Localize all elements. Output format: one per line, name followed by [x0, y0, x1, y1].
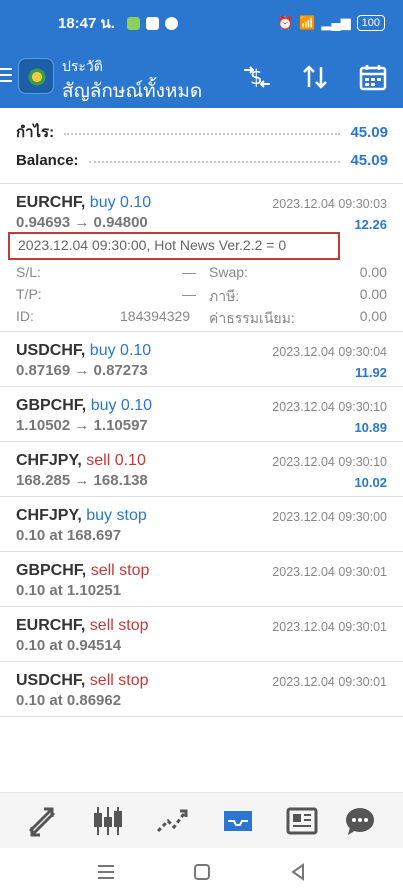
signal-icon: ▂▄▆ [321, 15, 351, 30]
order-symbol: EURCHF, [16, 617, 86, 634]
order-time: 2023.12.04 09:30:01 [272, 675, 387, 689]
chart-icon[interactable] [88, 801, 128, 841]
order-type: sell stop [90, 562, 150, 579]
sl-label: S/L: [16, 264, 41, 280]
dotted-leader [88, 161, 341, 163]
order-item[interactable]: USDCHF, sell stop 2023.12.04 09:30:01 0.… [0, 662, 403, 717]
app-icon [145, 16, 159, 30]
trade-time: 2023.12.04 09:30:10 [272, 455, 387, 469]
order-symbol: USDCHF, [16, 672, 86, 689]
trade-item[interactable]: CHFJPY, sell 0.10 2023.12.04 09:30:10 16… [0, 442, 403, 497]
sort-icon[interactable] [298, 60, 332, 94]
fee-label: ค่าธรรมเนียม: [209, 310, 295, 326]
history-icon[interactable] [218, 801, 258, 841]
app-bar: ประวัติ สัญลักษณ์ทั้งหมด $ [0, 46, 403, 108]
profit-row: กำไร: 45.09 [16, 120, 388, 144]
news-icon[interactable] [282, 801, 322, 841]
trade-side: buy 0.10 [90, 397, 153, 414]
trade-item[interactable]: USDCHF, buy 0.10 2023.12.04 09:30:04 0.8… [0, 332, 403, 387]
trade-symbol: GBPCHF, [16, 397, 87, 414]
tax-value: 0.00 [359, 286, 387, 302]
summary-panel: กำไร: 45.09 Balance: 45.09 [0, 108, 403, 184]
trade-item[interactable]: GBPCHF, buy 0.10 2023.12.04 09:30:10 1.1… [0, 387, 403, 442]
dotted-leader [64, 133, 341, 135]
app-logo [18, 58, 54, 94]
order-symbol: GBPCHF, [16, 562, 87, 579]
tax-label: ภาษี: [209, 288, 240, 304]
trade-item[interactable]: EURCHF, buy 0.10 2023.12.04 09:30:03 0.9… [0, 184, 403, 332]
swap-value: 0.00 [359, 264, 387, 280]
order-time: 2023.12.04 09:30:00 [272, 510, 387, 524]
page-subtitle: ประวัติ [62, 58, 103, 74]
order-item[interactable]: CHFJPY, buy stop 2023.12.04 09:30:00 0.1… [0, 497, 403, 552]
fee-value: 0.00 [359, 308, 387, 324]
swap-label: Swap: [209, 264, 248, 280]
trade-prices: 0.94693 → 0.94800 [16, 214, 148, 231]
order-item[interactable]: GBPCHF, sell stop 2023.12.04 09:30:01 0.… [0, 552, 403, 607]
wifi-icon: 📶 [299, 15, 316, 30]
chat-icon[interactable] [340, 801, 380, 841]
balance-label: Balance: [16, 151, 79, 169]
battery-icon: 100 [356, 15, 385, 31]
order-prices: 0.10 at 168.697 [16, 527, 122, 544]
status-time: 18:47 น. [58, 15, 115, 32]
order-type: sell stop [89, 617, 149, 634]
profit-label: กำไร: [16, 124, 55, 141]
trade-side: buy 0.10 [89, 194, 152, 211]
trade-profit: 11.92 [355, 365, 387, 380]
menu-icon[interactable] [0, 68, 12, 86]
balance-row: Balance: 45.09 [16, 148, 388, 172]
bottom-nav [0, 792, 403, 848]
status-bar: 18:47 น. ⏰ 📶 ▂▄▆ 100 [0, 0, 403, 46]
trade-time: 2023.12.04 09:30:03 [272, 197, 387, 211]
tp-label: T/P: [16, 286, 42, 302]
trade-profit: 10.02 [354, 475, 387, 490]
order-time: 2023.12.04 09:30:01 [272, 620, 387, 634]
sl-value: — [182, 264, 196, 280]
trade-profit: 10.89 [354, 420, 387, 435]
tp-value: — [182, 286, 196, 302]
home-icon[interactable] [188, 858, 216, 886]
id-value: 184394329 [120, 308, 191, 324]
order-prices: 0.10 at 1.10251 [16, 582, 122, 599]
recent-apps-icon[interactable] [92, 858, 120, 886]
trade-prices: 1.10502 → 1.10597 [16, 417, 148, 434]
calendar-icon[interactable] [356, 60, 390, 94]
back-icon[interactable] [284, 858, 312, 886]
trade-comment: 2023.12.04 09:30:00, Hot News Ver.2.2 = … [8, 232, 340, 260]
page-title[interactable]: สัญลักษณ์ทั้งหมด [62, 76, 202, 106]
trade-prices: 168.285 → 168.138 [16, 472, 148, 489]
trade-symbol: EURCHF, [16, 194, 86, 211]
order-type: sell stop [89, 672, 149, 689]
trade-profit: 12.26 [354, 217, 387, 232]
order-time: 2023.12.04 09:30:01 [272, 565, 387, 579]
trade-icon[interactable] [152, 801, 192, 841]
currency-exchange-icon[interactable]: $ [240, 60, 274, 94]
order-type: buy stop [86, 507, 147, 524]
balance-value: 45.09 [350, 151, 388, 169]
quotes-icon[interactable] [22, 801, 62, 841]
id-label: ID: [16, 308, 34, 324]
order-prices: 0.10 at 0.86962 [16, 692, 122, 709]
trade-time: 2023.12.04 09:30:10 [272, 400, 387, 414]
trade-symbol: CHFJPY, [16, 452, 82, 469]
profit-value: 45.09 [350, 123, 388, 141]
trade-time: 2023.12.04 09:30:04 [272, 345, 387, 359]
notification-icon [126, 16, 140, 30]
trade-side: buy 0.10 [89, 342, 152, 359]
trade-side: sell 0.10 [86, 452, 146, 469]
trade-symbol: USDCHF, [16, 342, 86, 359]
order-prices: 0.10 at 0.94514 [16, 637, 122, 654]
alarm-icon: ⏰ [277, 15, 294, 30]
order-symbol: CHFJPY, [16, 507, 82, 524]
system-nav-bar [0, 848, 403, 896]
trade-prices: 0.87169 → 0.87273 [16, 362, 148, 379]
browser-icon [164, 16, 178, 30]
order-item[interactable]: EURCHF, sell stop 2023.12.04 09:30:01 0.… [0, 607, 403, 662]
